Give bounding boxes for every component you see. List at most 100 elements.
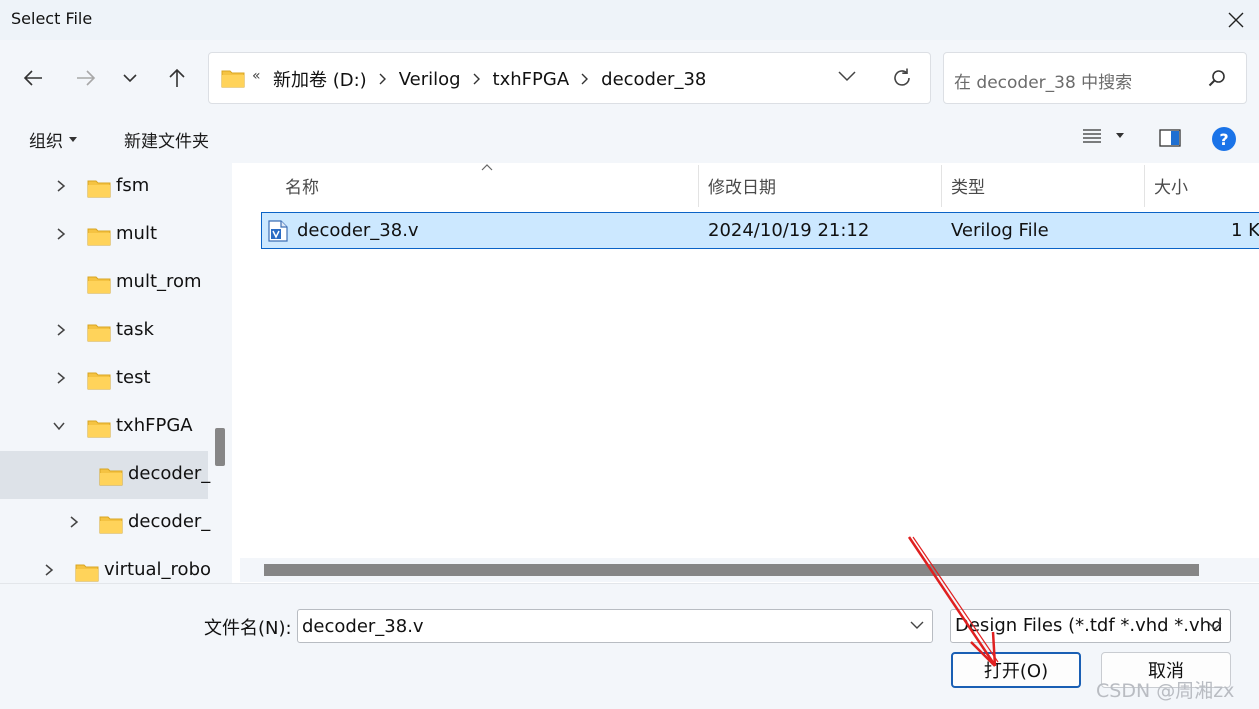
sidebar-scrollbar-thumb[interactable] — [215, 428, 225, 466]
file-row[interactable]: decoder_38.v 2024/10/19 21:12 Verilog Fi… — [261, 212, 1259, 249]
folder-icon — [75, 564, 99, 582]
column-divider[interactable] — [941, 165, 942, 207]
title-bar: Select File — [0, 0, 1259, 40]
folder-icon — [87, 276, 111, 294]
search-box[interactable]: 在 decoder_38 中搜索 — [943, 52, 1247, 104]
breadcrumb-decoder-38[interactable]: decoder_38 — [601, 69, 706, 90]
file-size: 1 K — [1231, 220, 1259, 241]
back-button[interactable] — [17, 62, 49, 94]
svg-text:?: ? — [1219, 130, 1228, 149]
address-bar[interactable]: « 新加卷 (D:) Verilog txhFPGA decoder_38 — [208, 52, 931, 104]
file-type-select[interactable]: Design Files (*.tdf *.vhd *.vhd — [950, 609, 1231, 643]
up-button[interactable] — [161, 62, 193, 94]
breadcrumb-drive[interactable]: 新加卷 (D:) — [273, 66, 367, 92]
help-icon[interactable]: ? — [1211, 126, 1237, 152]
column-header-type[interactable]: 类型 — [951, 173, 985, 198]
verilog-file-icon — [268, 220, 288, 242]
arrow-up-icon — [169, 68, 185, 87]
sidebar-item-label: mult_rom — [116, 271, 202, 292]
close-icon — [1228, 12, 1244, 28]
sidebar-item-label: fsm — [116, 175, 150, 196]
preview-pane-icon[interactable] — [1159, 129, 1181, 147]
window-title: Select File — [11, 9, 93, 28]
open-button[interactable]: 打开(O) — [951, 652, 1081, 688]
search-icon[interactable] — [1208, 69, 1226, 87]
column-divider[interactable] — [1144, 165, 1145, 207]
folder-icon — [87, 228, 111, 246]
chevron-right-icon[interactable] — [379, 73, 387, 85]
file-modified: 2024/10/19 21:12 — [708, 220, 870, 241]
chevron-right-icon[interactable] — [55, 228, 67, 240]
folder-icon — [87, 180, 111, 198]
folder-icon — [87, 420, 111, 438]
sidebar-item-label: txhFPGA — [116, 415, 193, 436]
sidebar-item-label: decoder_ — [128, 463, 211, 484]
refresh-icon[interactable] — [891, 67, 913, 89]
breadcrumb-overflow[interactable]: « — [252, 68, 261, 84]
horizontal-scrollbar-thumb[interactable] — [264, 564, 1199, 576]
list-view-icon — [1083, 129, 1101, 143]
watermark: CSDN @周湘zx — [1096, 680, 1235, 702]
chevron-down-icon[interactable] — [837, 69, 857, 83]
caret-down-icon — [1116, 133, 1124, 138]
sidebar-item-label: virtual_robo — [104, 559, 212, 580]
filename-label: 文件名(N): — [204, 618, 292, 639]
chevron-down-icon[interactable] — [53, 420, 65, 432]
file-type-selected: Design Files (*.tdf *.vhd *.vhd — [955, 615, 1223, 636]
navigation-pane: fsm mult mult_rom task test txhFPGA decoder_ de… — [0, 163, 232, 583]
chevron-right-icon[interactable] — [581, 73, 589, 85]
column-header-name[interactable]: 名称 — [285, 173, 319, 198]
file-type: Verilog File — [951, 220, 1049, 241]
chevron-down-icon — [1208, 622, 1222, 630]
sidebar-item[interactable]: mult — [0, 211, 208, 259]
sidebar-item[interactable]: task — [0, 307, 208, 355]
breadcrumb-txhfpga[interactable]: txhFPGA — [493, 69, 570, 90]
filename-input[interactable] — [297, 609, 933, 643]
command-toolbar: 组织 新建文件夹 ? — [0, 114, 1259, 163]
folder-icon — [99, 468, 123, 486]
organize-menu-button[interactable]: 组织 — [29, 127, 77, 152]
sidebar-item-label: task — [116, 319, 154, 340]
sidebar-item-label: decoder_ — [128, 511, 211, 532]
column-divider[interactable] — [698, 165, 699, 207]
sidebar-item-label: mult — [116, 223, 158, 244]
navigation-bar: « 新加卷 (D:) Verilog txhFPGA decoder_38 在 … — [0, 40, 1259, 114]
dialog-footer: 文件名(N): Design Files (*.tdf *.vhd *.vhd … — [0, 583, 1259, 709]
recent-locations-button[interactable] — [114, 62, 146, 94]
sidebar-item[interactable]: txhFPGA — [0, 403, 208, 451]
folder-icon — [221, 70, 245, 88]
column-header-size[interactable]: 大小 — [1154, 173, 1188, 198]
chevron-down-icon[interactable] — [910, 621, 924, 630]
chevron-down-icon — [123, 74, 137, 83]
column-header-modified[interactable]: 修改日期 — [708, 173, 776, 198]
chevron-right-icon[interactable] — [68, 516, 80, 528]
sidebar-item[interactable]: mult_rom — [0, 259, 208, 307]
sidebar-item[interactable]: decoder_ — [0, 451, 211, 499]
folder-icon — [99, 516, 123, 534]
arrow-left-icon — [23, 70, 42, 86]
chevron-right-icon[interactable] — [43, 564, 55, 576]
folder-icon — [87, 372, 111, 390]
folder-icon — [87, 324, 111, 342]
new-folder-button[interactable]: 新建文件夹 — [124, 127, 209, 152]
search-input[interactable]: 在 decoder_38 中搜索 — [954, 68, 1132, 93]
chevron-right-icon[interactable] — [55, 372, 67, 384]
sidebar-item[interactable]: virtual_robo — [0, 547, 212, 583]
file-list-pane: 名称 修改日期 类型 大小 decoder_38.v 2024/10/19 21… — [238, 163, 1259, 583]
chevron-right-icon[interactable] — [473, 73, 481, 85]
file-name: decoder_38.v — [297, 220, 419, 241]
close-button[interactable] — [1213, 0, 1259, 40]
chevron-right-icon[interactable] — [55, 180, 67, 192]
arrow-right-icon — [77, 70, 96, 86]
sidebar-item[interactable]: test — [0, 355, 208, 403]
sort-ascending-icon — [481, 164, 493, 171]
sidebar-item-label: test — [116, 367, 151, 388]
chevron-right-icon[interactable] — [55, 324, 67, 336]
sidebar-item[interactable]: decoder_ — [0, 499, 211, 547]
caret-down-icon — [69, 136, 77, 142]
view-options-button[interactable] — [1082, 128, 1124, 144]
forward-button[interactable] — [70, 62, 102, 94]
breadcrumb-verilog[interactable]: Verilog — [399, 69, 461, 90]
organize-label: 组织 — [29, 132, 63, 152]
sidebar-item[interactable]: fsm — [0, 163, 208, 211]
